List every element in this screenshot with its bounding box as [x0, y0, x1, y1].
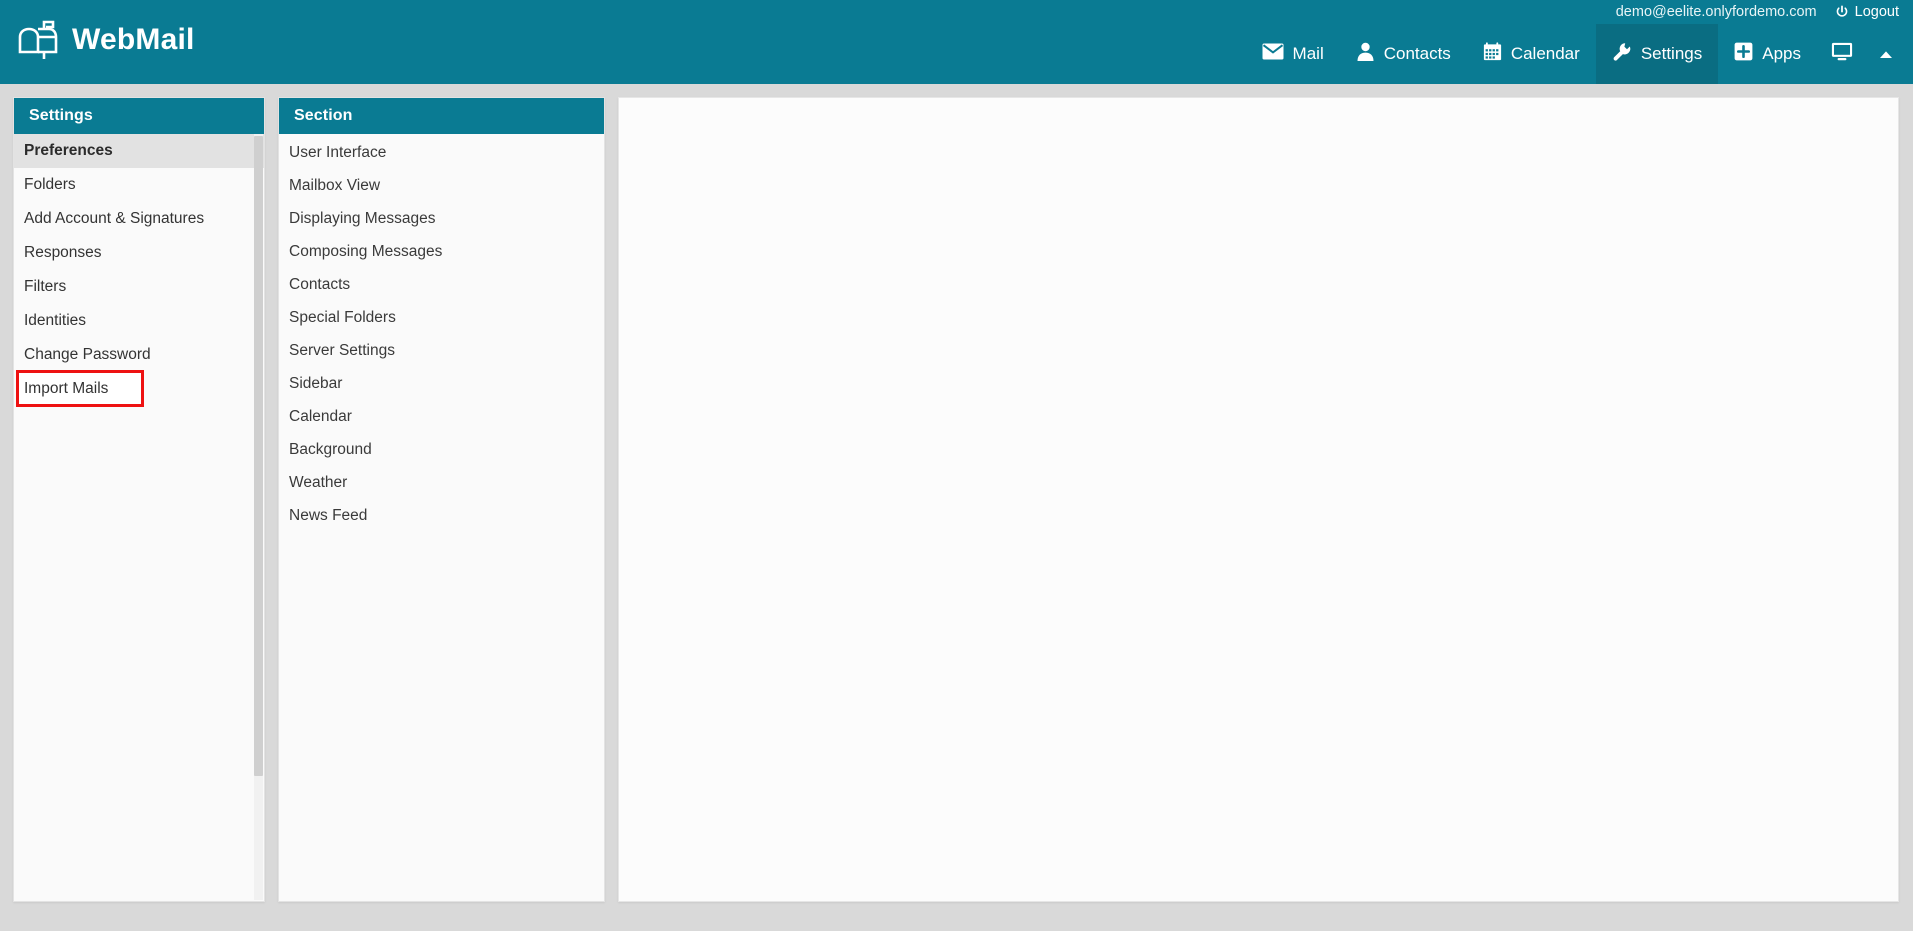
account-row: demo@eelite.onlyfordemo.com Logout: [1616, 0, 1899, 24]
section-item-label: Weather: [289, 473, 348, 491]
main-navigation: Mail Contacts Calendar Settings Apps: [1246, 24, 1905, 84]
sidebar-item-folders[interactable]: Folders: [14, 168, 264, 202]
envelope-icon: [1262, 43, 1284, 65]
nav-item-settings[interactable]: Settings: [1595, 24, 1719, 84]
mailbox-icon: [16, 19, 60, 61]
section-item-label: Special Folders: [289, 308, 396, 326]
wrench-icon: [1612, 42, 1632, 67]
section-panel: Section User Interface Mailbox View Disp…: [278, 97, 605, 902]
section-item-background[interactable]: Background: [279, 433, 604, 466]
sidebar-item-label: Filters: [24, 278, 67, 295]
logout-button[interactable]: Logout: [1835, 4, 1899, 20]
chevron-up-icon: [1879, 44, 1893, 64]
sidebar-item-filters[interactable]: Filters: [14, 270, 264, 304]
sidebar-item-label: Folders: [24, 176, 76, 193]
sidebar-item-import-mails[interactable]: Import Mails: [16, 370, 144, 407]
section-item-label: User Interface: [289, 143, 387, 161]
section-item-label: Server Settings: [289, 341, 395, 359]
section-item-label: Calendar: [289, 407, 352, 425]
section-item-label: Sidebar: [289, 374, 343, 392]
content-panel-body: [619, 98, 1898, 901]
person-icon: [1356, 42, 1375, 66]
sidebar-item-label: Preferences: [24, 142, 113, 159]
top-header-bar: WebMail demo@eelite.onlyfordemo.com Logo…: [0, 0, 1913, 84]
content-panel: [618, 97, 1899, 902]
section-item-sidebar[interactable]: Sidebar: [279, 367, 604, 400]
sidebar-item-label: Import Mails: [24, 379, 109, 397]
nav-label-apps: Apps: [1762, 44, 1801, 63]
nav-label-contacts: Contacts: [1383, 44, 1451, 63]
section-item-displaying-messages[interactable]: Displaying Messages: [279, 202, 604, 235]
section-item-label: Composing Messages: [289, 242, 443, 260]
section-item-special-folders[interactable]: Special Folders: [279, 301, 604, 334]
nav-label-settings: Settings: [1640, 44, 1703, 63]
nav-item-mail[interactable]: Mail: [1246, 24, 1340, 84]
section-item-label: News Feed: [289, 506, 368, 524]
section-item-calendar[interactable]: Calendar: [279, 400, 604, 433]
nav-item-desktop[interactable]: [1817, 24, 1867, 84]
sidebar-item-change-password[interactable]: Change Password: [14, 338, 264, 372]
sidebar-item-label: Responses: [24, 244, 102, 261]
sidebar-item-label: Add Account & Signatures: [24, 210, 205, 227]
nav-item-calendar[interactable]: Calendar: [1467, 24, 1596, 84]
settings-menu-list: Preferences Folders Add Account & Signat…: [14, 134, 264, 407]
section-panel-title: Section: [279, 98, 604, 134]
nav-label-calendar: Calendar: [1510, 44, 1580, 63]
account-email: demo@eelite.onlyfordemo.com: [1615, 4, 1817, 20]
section-item-news-feed[interactable]: News Feed: [279, 499, 604, 532]
power-icon: [1835, 5, 1849, 19]
logout-label: Logout: [1854, 4, 1899, 20]
section-menu-list: User Interface Mailbox View Displaying M…: [279, 134, 604, 532]
nav-collapse-toggle[interactable]: [1867, 24, 1905, 84]
section-item-user-interface[interactable]: User Interface: [279, 136, 604, 169]
section-item-weather[interactable]: Weather: [279, 466, 604, 499]
section-item-mailbox-view[interactable]: Mailbox View: [279, 169, 604, 202]
section-item-composing-messages[interactable]: Composing Messages: [279, 235, 604, 268]
workspace: Settings Preferences Folders Add Account…: [0, 84, 1913, 931]
sidebar-item-add-account-signatures[interactable]: Add Account & Signatures: [14, 202, 264, 236]
brand-name: WebMail: [72, 23, 195, 56]
section-item-server-settings[interactable]: Server Settings: [279, 334, 604, 367]
nav-item-contacts[interactable]: Contacts: [1340, 24, 1467, 84]
section-item-contacts[interactable]: Contacts: [279, 268, 604, 301]
settings-panel-scrollbar-thumb[interactable]: [254, 136, 263, 776]
settings-panel: Settings Preferences Folders Add Account…: [13, 97, 265, 902]
sidebar-item-responses[interactable]: Responses: [14, 236, 264, 270]
sidebar-item-preferences[interactable]: Preferences: [14, 134, 264, 168]
settings-panel-title: Settings: [14, 98, 264, 134]
sidebar-item-identities[interactable]: Identities: [14, 304, 264, 338]
nav-item-apps[interactable]: Apps: [1718, 24, 1817, 84]
section-item-label: Displaying Messages: [289, 209, 436, 227]
brand[interactable]: WebMail: [16, 14, 195, 66]
sidebar-item-label: Identities: [24, 312, 87, 329]
section-item-label: Mailbox View: [289, 176, 381, 194]
monitor-icon: [1831, 42, 1853, 66]
nav-label-mail: Mail: [1292, 44, 1324, 63]
plus-square-icon: [1734, 42, 1753, 66]
section-item-label: Contacts: [289, 275, 351, 293]
sidebar-item-label: Change Password: [24, 346, 151, 363]
section-item-label: Background: [289, 440, 372, 458]
calendar-icon: [1483, 42, 1502, 66]
